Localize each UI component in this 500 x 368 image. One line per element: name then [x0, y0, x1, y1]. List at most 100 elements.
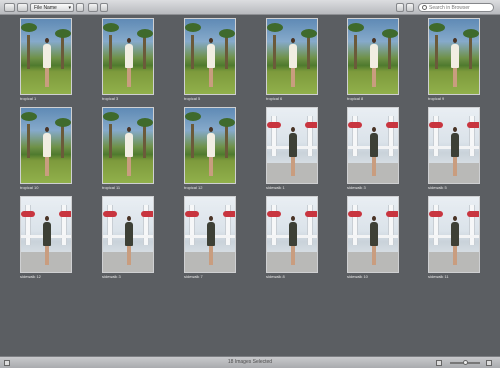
- flowers: [386, 122, 398, 128]
- photo-thumbnail[interactable]: sidewalk 5: [428, 107, 480, 190]
- thumbnail-label: tropical 11: [102, 185, 121, 190]
- palm-fronds: [219, 118, 235, 127]
- browser-toolbar: File Name ▾ Search in Browser: [0, 0, 500, 15]
- photo-thumbnail[interactable]: sidewalk 11: [428, 196, 480, 279]
- flowers: [141, 211, 153, 217]
- photo-thumbnail[interactable]: tropical 3: [102, 18, 154, 101]
- flowers: [223, 211, 235, 217]
- flowers: [59, 211, 71, 217]
- model-head: [127, 216, 131, 221]
- palm-fronds: [55, 118, 71, 127]
- flowers: [348, 122, 362, 128]
- search-field[interactable]: Search in Browser: [418, 3, 494, 12]
- sort-by-select[interactable]: File Name ▾: [30, 3, 74, 12]
- thumbnail-label: sidewalk 5: [428, 185, 447, 190]
- model-figure: [207, 38, 215, 90]
- model-figure: [43, 216, 51, 268]
- list-view-button[interactable]: [17, 3, 28, 12]
- photo-thumbnail[interactable]: tropical 5: [184, 18, 236, 101]
- model-figure: [370, 216, 378, 268]
- photo-thumbnail[interactable]: sidewalk 10: [347, 196, 399, 279]
- palm-tree: [109, 124, 112, 158]
- photo-thumbnail[interactable]: tropical 1: [20, 18, 72, 101]
- thumbnail-label: tropical 5: [184, 96, 201, 101]
- model-dress: [451, 44, 459, 68]
- model-legs: [372, 157, 376, 176]
- model-head: [45, 216, 49, 221]
- grid-view-button[interactable]: [4, 3, 15, 12]
- palm-tree: [191, 124, 194, 158]
- selection-status: 18 Images Selected: [227, 359, 273, 365]
- palm-tree: [109, 35, 112, 69]
- photo-thumbnail[interactable]: sidewalk 1: [266, 107, 318, 190]
- palm-fronds: [21, 112, 37, 121]
- palm-fronds: [137, 118, 153, 127]
- palm-fronds: [429, 23, 445, 32]
- photo-thumbnail[interactable]: sidewalk 3: [347, 107, 399, 190]
- photo-thumbnail[interactable]: sidewalk 7: [184, 196, 236, 279]
- photo-thumbnail[interactable]: tropical 10: [20, 107, 72, 190]
- photo-image: [20, 18, 72, 95]
- model-dress: [43, 133, 51, 157]
- photo-thumbnail[interactable]: sidewalk 12: [20, 196, 72, 279]
- search-placeholder: Search in Browser: [429, 5, 470, 11]
- flowers: [467, 211, 479, 217]
- model-legs: [127, 157, 131, 176]
- model-figure: [43, 127, 51, 179]
- model-head: [453, 38, 457, 43]
- model-figure: [207, 216, 215, 268]
- flowers: [305, 122, 317, 128]
- photo-image: [347, 107, 399, 184]
- photo-thumbnail[interactable]: sidewalk 8: [266, 196, 318, 279]
- model-dress: [289, 133, 297, 157]
- model-head: [372, 216, 376, 221]
- photo-thumbnail[interactable]: tropical 8: [347, 18, 399, 101]
- settings-button[interactable]: [100, 3, 108, 12]
- palm-fronds: [55, 29, 71, 38]
- thumbnail-label: sidewalk 7: [184, 274, 203, 279]
- model-figure: [207, 127, 215, 179]
- photo-image: [428, 18, 480, 95]
- model-legs: [45, 157, 49, 176]
- slider-knob[interactable]: [463, 360, 468, 365]
- thumbnail-size-button[interactable]: [406, 3, 414, 12]
- model-dress: [43, 44, 51, 68]
- model-legs: [372, 68, 376, 87]
- model-legs: [45, 246, 49, 265]
- flowers: [305, 211, 317, 217]
- flowers: [267, 122, 281, 128]
- palm-fronds: [382, 29, 398, 38]
- palm-fronds: [348, 23, 364, 32]
- palm-tree: [27, 124, 30, 158]
- sort-direction-button[interactable]: [76, 3, 84, 12]
- photo-image: [102, 107, 154, 184]
- palm-tree: [388, 35, 391, 69]
- model-head: [209, 38, 213, 43]
- model-dress: [207, 222, 215, 246]
- photo-thumbnail[interactable]: tropical 9: [428, 18, 480, 101]
- photo-thumbnail[interactable]: tropical 11: [102, 107, 154, 190]
- photo-thumbnail[interactable]: sidewalk 3: [102, 196, 154, 279]
- thumbnail-label: tropical 3: [102, 96, 119, 101]
- model-head: [372, 127, 376, 132]
- photo-thumbnail[interactable]: tropical 6: [266, 18, 318, 101]
- palm-tree: [143, 35, 146, 69]
- chevron-down-icon: ▾: [68, 5, 71, 11]
- status-bar: 18 Images Selected: [0, 356, 500, 368]
- palm-fronds: [103, 112, 119, 121]
- filter-button[interactable]: [88, 3, 98, 12]
- filmstrip-view-button[interactable]: [396, 3, 404, 12]
- palm-tree: [191, 35, 194, 69]
- model-head: [209, 127, 213, 132]
- model-dress: [451, 222, 459, 246]
- small-thumbnail-icon: [436, 360, 442, 366]
- model-figure: [451, 216, 459, 268]
- model-figure: [125, 38, 133, 90]
- model-dress: [207, 44, 215, 68]
- palm-fronds: [301, 29, 317, 38]
- model-head: [372, 38, 376, 43]
- model-dress: [207, 133, 215, 157]
- photo-thumbnail[interactable]: tropical 12: [184, 107, 236, 190]
- model-legs: [372, 246, 376, 265]
- model-legs: [291, 68, 295, 87]
